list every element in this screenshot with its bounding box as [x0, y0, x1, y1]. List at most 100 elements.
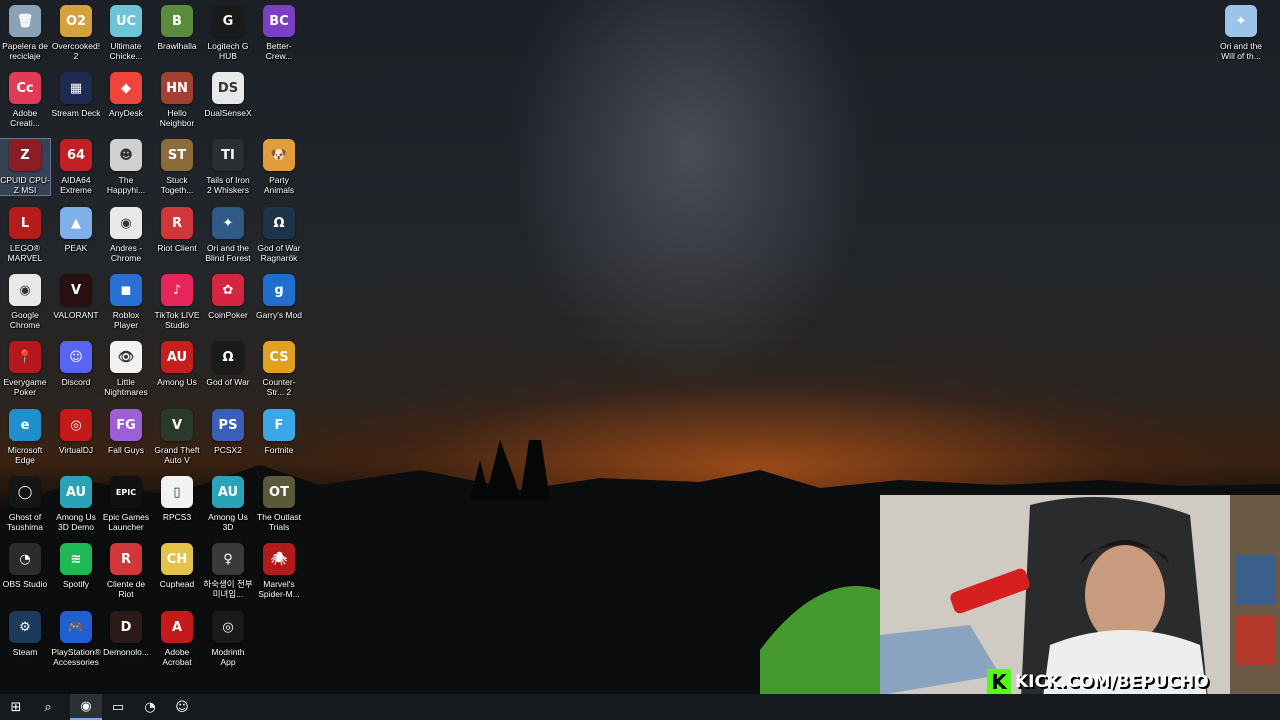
desktop-shortcut[interactable]: O2 Overcooked! 2	[51, 5, 101, 61]
desktop-shortcut-label: TikTok LIVE Studio	[154, 310, 200, 330]
peak-icon: ▲	[60, 207, 92, 239]
desktop-shortcut[interactable]: CH Cuphead	[152, 543, 202, 589]
desktop-shortcut[interactable]: V VALORANT	[51, 274, 101, 320]
desktop-shortcut[interactable]: ◉ Andres - Chrome	[101, 207, 151, 263]
desktop-shortcut-label: Demonolo...	[103, 647, 149, 657]
desktop-shortcut[interactable]: 64 AIDA64 Extreme	[51, 139, 101, 195]
desktop-shortcut[interactable]: ◆ AnyDesk	[101, 72, 151, 118]
desktop-shortcut-label: Stuck Togeth...	[160, 175, 194, 195]
desktop-shortcut[interactable]: UC Ultimate Chicke...	[101, 5, 151, 61]
stuck-together-icon: ST	[161, 139, 193, 171]
desktop-shortcut[interactable]: Cc Adobe Creati...	[0, 72, 50, 128]
taskbar-file-explorer[interactable]: ▭	[102, 694, 134, 720]
desktop-shortcut[interactable]: R Cliente de Riot	[101, 543, 151, 599]
desktop-shortcut-label: Papelera de reciclaje	[2, 41, 48, 61]
desktop-shortcut-label: Cliente de Riot	[106, 579, 146, 599]
desktop-shortcut[interactable]: ◉ Google Chrome	[0, 274, 50, 330]
desktop-shortcut[interactable]: ✿ CoinPoker	[203, 274, 253, 320]
desktop-shortcut[interactable]: V Grand Theft Auto V	[152, 409, 202, 465]
desktop-shortcut[interactable]: L LEGO® MARVEL Su...	[0, 207, 50, 263]
desktop-shortcut[interactable]: 🕷 Marvel's Spider-M...	[254, 543, 304, 599]
discord-icon: ☺	[175, 699, 189, 715]
desktop-shortcut[interactable]: ◼ Roblox Player	[101, 274, 151, 330]
desktop-shortcut-label: Roblox Player	[112, 310, 140, 330]
demonologist-icon: D	[110, 611, 142, 643]
outlast-trials-icon: OT	[263, 476, 295, 508]
desktop-shortcut[interactable]: 🐶 Party Animals	[254, 139, 304, 195]
desktop-shortcut[interactable]: 🎮 PlayStation® Accessories	[51, 611, 101, 667]
desktop-shortcut[interactable]: Ω God of War Ragnarök	[254, 207, 304, 263]
desktop-shortcut[interactable]: ◎ Modrinth App	[203, 611, 253, 667]
everygame-poker-icon: 📍	[9, 341, 41, 373]
desktop-shortcut[interactable]: R Riot Client	[152, 207, 202, 253]
desktop-shortcut[interactable]: AU Among Us 3D	[203, 476, 253, 532]
desktop-shortcut-label: Logitech G HUB	[207, 41, 249, 61]
among-us-3d-demo-icon: AU	[60, 476, 92, 508]
desktop-shortcut[interactable]: ▦ Stream Deck	[51, 72, 101, 118]
desktop-shortcut[interactable]: D Demonolo...	[101, 611, 151, 657]
desktop-shortcut-label: Fall Guys	[108, 445, 144, 455]
aida64-icon: 64	[60, 139, 92, 171]
desktop-shortcut[interactable]: CS Counter-Str... 2	[254, 341, 304, 397]
desktop-shortcut[interactable]: ☻ The Happyhi...	[101, 139, 151, 195]
desktop-shortcut[interactable]: EPIC Epic Games Launcher	[101, 476, 151, 532]
overcooked-icon: O2	[60, 5, 92, 37]
desktop-shortcut[interactable]: A Adobe Acrobat	[152, 611, 202, 667]
desktop-shortcut[interactable]: g Garry's Mod	[254, 274, 304, 320]
garrys-mod-icon: g	[263, 274, 295, 306]
desktop-shortcut-label: Garry's Mod	[255, 310, 303, 320]
counter-strike-icon: CS	[263, 341, 295, 373]
desktop-shortcut[interactable]: ✦ Ori and the Will of th...	[1216, 5, 1266, 61]
search-icon: ⌕	[44, 699, 52, 715]
desktop-shortcut[interactable]: AU Among Us	[152, 341, 202, 387]
desktop-shortcut[interactable]: BC Better-Crew...	[254, 5, 304, 61]
desktop-shortcut[interactable]: ◎ VirtualDJ	[51, 409, 101, 455]
desktop-shortcut[interactable]: e Microsoft Edge	[0, 409, 50, 465]
desktop-shortcut[interactable]: ▯ RPCS3	[152, 476, 202, 522]
desktop-shortcut-label: PlayStation® Accessories	[51, 647, 101, 667]
desktop-shortcut-label: Adobe Acrobat	[162, 647, 192, 667]
taskbar-obs[interactable]: ◔	[134, 694, 166, 720]
desktop-shortcut-label: 하숙생이 전부 미녀입...	[203, 579, 253, 599]
desktop-shortcut[interactable]: G Logitech G HUB	[203, 5, 253, 61]
tiktok-live-icon: ♪	[161, 274, 193, 306]
desktop-shortcut-label: The Happyhi...	[106, 175, 146, 195]
search-button[interactable]: ⌕	[32, 694, 64, 720]
desktop-shortcut[interactable]: Ω God of War	[203, 341, 253, 387]
desktop-shortcut[interactable]: ✦ Ori and the Blind Forest	[203, 207, 253, 263]
playstation-accessories-icon: 🎮	[60, 611, 92, 643]
desktop-shortcut[interactable]: ▲ PEAK	[51, 207, 101, 253]
desktop-shortcut-label: Andres - Chrome	[109, 243, 143, 263]
desktop-shortcut[interactable]: TI Tails of Iron 2 Whiskers o...	[203, 139, 253, 195]
desktop-shortcut[interactable]: ♀ 하숙생이 전부 미녀입...	[203, 543, 253, 599]
desktop-shortcut[interactable]: PS PCSX2	[203, 409, 253, 455]
desktop-shortcut[interactable]: AU Among Us 3D Demo	[51, 476, 101, 532]
desktop-shortcut[interactable]: ST Stuck Togeth...	[152, 139, 202, 195]
taskbar-chrome[interactable]: ◉	[70, 694, 102, 720]
desktop-shortcut[interactable]: ☺ Discord	[51, 341, 101, 387]
desktop-shortcut[interactable]: ⚙ Steam	[0, 611, 50, 657]
desktop-shortcut[interactable]: Z CPUID CPU-Z MSI	[0, 138, 51, 196]
desktop-shortcut[interactable]: 👁 Little Nightmares	[101, 341, 151, 397]
desktop-shortcut[interactable]: 🗑 Papelera de reciclaje	[0, 5, 50, 61]
start-button[interactable]: ⊞	[0, 694, 32, 720]
desktop-shortcut[interactable]: 📍 Everygame Poker	[0, 341, 50, 397]
desktop-shortcut[interactable]: ♪ TikTok LIVE Studio	[152, 274, 202, 330]
desktop-shortcut-label: Ori and the Blind Forest	[205, 243, 251, 263]
desktop-shortcut-label: Ultimate Chicke...	[109, 41, 143, 61]
desktop-shortcut[interactable]: DS DualSenseX	[203, 72, 253, 118]
desktop-shortcut[interactable]: ≋ Spotify	[51, 543, 101, 589]
desktop-shortcut-label: Better-Crew...	[265, 41, 293, 61]
desktop-shortcut[interactable]: B Brawlhalla	[152, 5, 202, 51]
taskbar-discord[interactable]: ☺	[166, 694, 198, 720]
obs-icon: ◔	[9, 543, 41, 575]
desktop-shortcut[interactable]: F Fortnite	[254, 409, 304, 455]
desktop-shortcut-label: Brawlhalla	[157, 41, 197, 51]
desktop-shortcut[interactable]: ◯ Ghost of Tsushima V...	[0, 476, 50, 532]
desktop-shortcut[interactable]: FG Fall Guys	[101, 409, 151, 455]
taskbar: ⊞ ⌕ ◉ ▭ ◔ ☺	[0, 694, 1280, 720]
desktop-shortcut[interactable]: ◔ OBS Studio	[0, 543, 50, 589]
desktop-shortcut[interactable]: OT The Outlast Trials	[254, 476, 304, 532]
desktop-shortcut-label: Adobe Creati...	[10, 108, 40, 128]
desktop-shortcut[interactable]: HN Hello Neighbor	[152, 72, 202, 128]
